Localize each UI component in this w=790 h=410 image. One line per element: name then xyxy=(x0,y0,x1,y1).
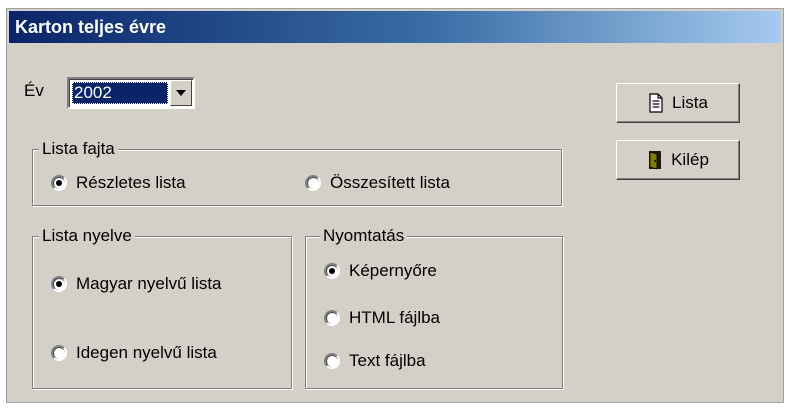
radio-print-screen-label: Képernyőre xyxy=(349,261,437,280)
radio-print-text[interactable]: Text fájlba xyxy=(324,351,426,371)
radio-indicator-selected[interactable] xyxy=(51,276,67,292)
radio-indicator[interactable] xyxy=(324,353,340,369)
year-label: Év xyxy=(24,81,44,100)
list-button-label: Lista xyxy=(672,93,708,112)
dialog-window: Karton teljes évre Év 2002 Lista fajta R… xyxy=(6,8,784,403)
document-icon xyxy=(649,93,663,113)
door-exit-icon xyxy=(649,151,662,170)
radio-hungarian-list[interactable]: Magyar nyelvű lista xyxy=(51,274,222,294)
radio-print-screen[interactable]: Képernyőre xyxy=(324,261,437,281)
list-button[interactable]: Lista xyxy=(616,83,740,123)
year-select-value: 2002 xyxy=(72,82,168,104)
year-select[interactable]: 2002 xyxy=(67,77,195,109)
print-group: Nyomtatás Képernyőre HTML fájlba Text fá… xyxy=(305,226,563,389)
radio-hungarian-list-label: Magyar nyelvű lista xyxy=(76,274,222,293)
radio-print-html[interactable]: HTML fájlba xyxy=(324,308,440,328)
list-type-legend: Lista fajta xyxy=(39,139,118,159)
radio-indicator[interactable] xyxy=(51,345,67,361)
list-language-legend: Lista nyelve xyxy=(39,226,135,246)
radio-indicator[interactable] xyxy=(324,310,340,326)
radio-foreign-list[interactable]: Idegen nyelvű lista xyxy=(51,343,217,363)
radio-indicator[interactable] xyxy=(305,175,321,191)
radio-summary-list[interactable]: Összesített lista xyxy=(305,173,450,193)
print-legend: Nyomtatás xyxy=(320,226,408,246)
radio-print-html-label: HTML fájlba xyxy=(349,308,441,327)
radio-summary-list-label: Összesített lista xyxy=(330,173,450,192)
list-language-group: Lista nyelve Magyar nyelvű lista Idegen … xyxy=(32,226,292,389)
radio-indicator-selected[interactable] xyxy=(324,263,340,279)
window-title: Karton teljes évre xyxy=(15,17,167,37)
exit-button-label: Kilép xyxy=(671,150,709,169)
radio-detailed-list[interactable]: Részletes lista xyxy=(51,173,186,193)
chevron-down-icon xyxy=(176,90,186,96)
radio-detailed-list-label: Részletes lista xyxy=(76,173,186,192)
year-dropdown-button[interactable] xyxy=(170,80,192,106)
radio-indicator-selected[interactable] xyxy=(51,175,67,191)
radio-foreign-list-label: Idegen nyelvű lista xyxy=(76,343,217,362)
title-bar: Karton teljes évre xyxy=(9,11,781,43)
list-type-group: Lista fajta Részletes lista Összesített … xyxy=(32,139,562,206)
radio-print-text-label: Text fájlba xyxy=(349,351,426,370)
exit-button[interactable]: Kilép xyxy=(616,140,740,180)
